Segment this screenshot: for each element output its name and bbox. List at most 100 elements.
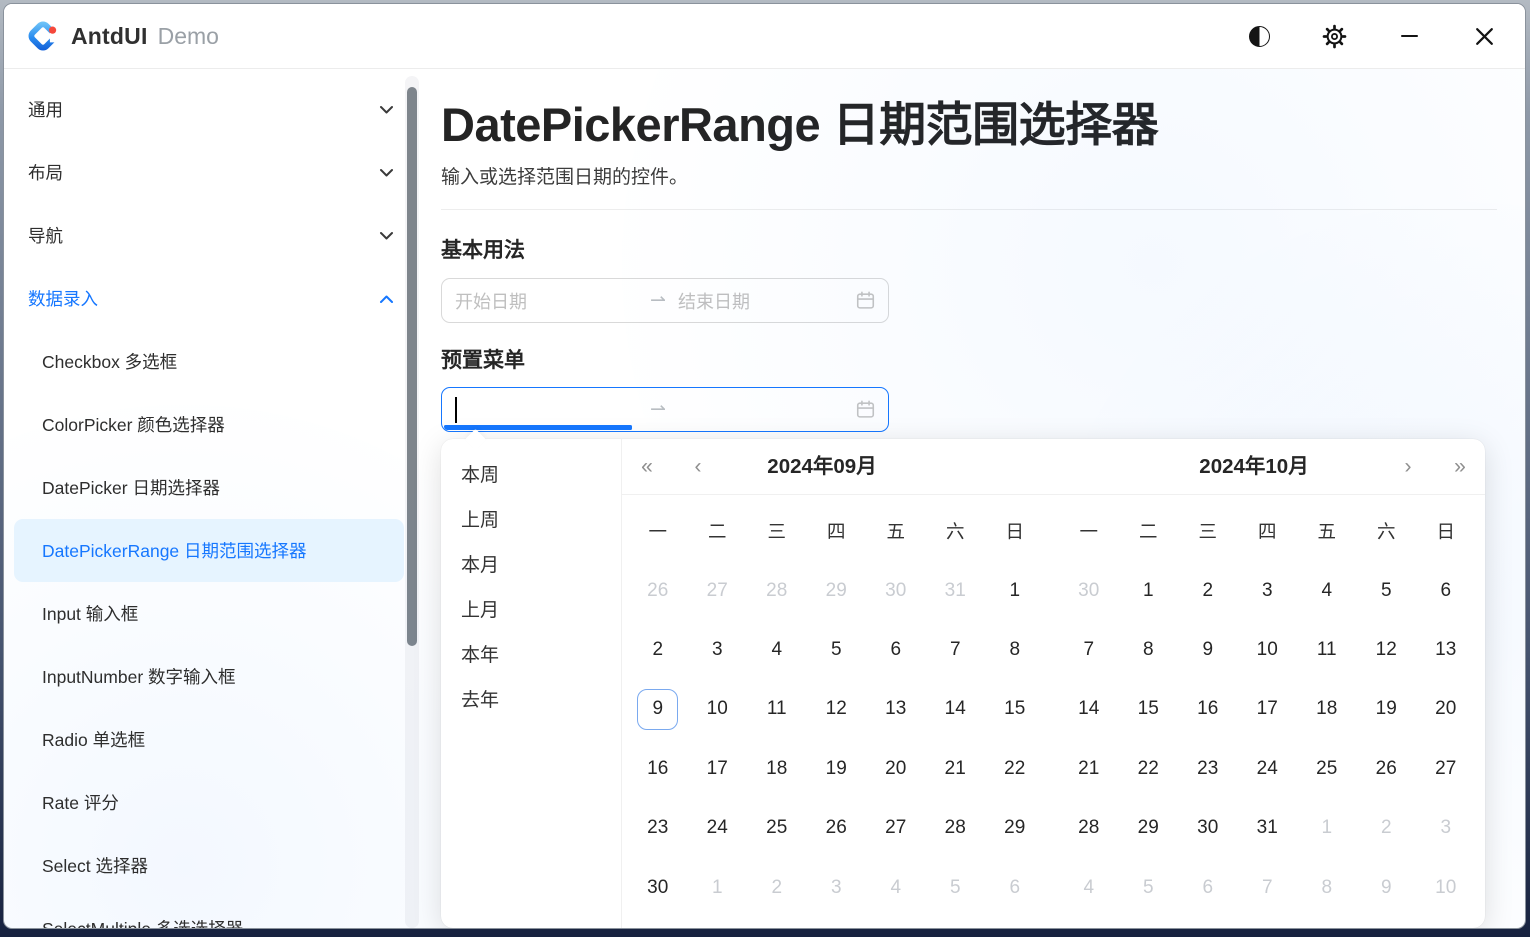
day-cell-today[interactable]: 9	[628, 680, 688, 739]
day-cell[interactable]: 3	[688, 620, 748, 679]
preset-item-this-week[interactable]: 本周	[441, 451, 621, 496]
day-cell[interactable]: 15	[985, 680, 1045, 739]
day-cell[interactable]: 2	[1357, 799, 1417, 858]
sidebar-group-data-entry[interactable]: 数据录入	[4, 267, 424, 330]
day-cell[interactable]: 6	[985, 858, 1045, 917]
day-cell[interactable]: 5	[926, 858, 986, 917]
day-cell[interactable]: 11	[1297, 620, 1357, 679]
day-cell[interactable]: 2	[747, 858, 807, 917]
day-cell[interactable]: 17	[688, 739, 748, 798]
day-cell[interactable]: 7	[1059, 620, 1119, 679]
day-cell[interactable]: 4	[747, 620, 807, 679]
sidebar-group-navigation[interactable]: 导航	[4, 204, 424, 267]
end-date-placeholder[interactable]: 结束日期	[678, 288, 855, 314]
day-cell[interactable]: 23	[1178, 739, 1238, 798]
day-cell[interactable]: 14	[1059, 680, 1119, 739]
day-cell[interactable]: 2	[628, 620, 688, 679]
day-cell[interactable]: 23	[628, 799, 688, 858]
preset-item-last-year[interactable]: 去年	[441, 676, 621, 721]
preset-item-this-year[interactable]: 本年	[441, 631, 621, 676]
preset-item-last-week[interactable]: 上周	[441, 496, 621, 541]
day-cell[interactable]: 8	[985, 620, 1045, 679]
day-cell[interactable]: 30	[628, 858, 688, 917]
day-cell[interactable]: 5	[1119, 858, 1179, 917]
day-cell[interactable]: 12	[807, 680, 867, 739]
next-year-button[interactable]: »	[1445, 452, 1475, 482]
day-cell[interactable]: 1	[688, 858, 748, 917]
day-cell[interactable]: 26	[628, 561, 688, 620]
date-range-input-preset[interactable]: ⇀	[441, 387, 889, 432]
day-cell[interactable]: 12	[1357, 620, 1417, 679]
day-cell[interactable]: 19	[1357, 680, 1417, 739]
day-cell[interactable]: 20	[866, 739, 926, 798]
sidebar-item-datepickerrange[interactable]: DatePickerRange 日期范围选择器	[14, 519, 404, 582]
day-cell[interactable]: 24	[688, 799, 748, 858]
day-cell[interactable]: 16	[1178, 680, 1238, 739]
day-cell[interactable]: 28	[926, 799, 986, 858]
day-cell[interactable]: 1	[1297, 799, 1357, 858]
day-cell[interactable]: 9	[1178, 620, 1238, 679]
day-cell[interactable]: 16	[628, 739, 688, 798]
day-cell[interactable]: 22	[985, 739, 1045, 798]
day-cell[interactable]: 31	[1238, 799, 1298, 858]
day-cell[interactable]: 18	[747, 739, 807, 798]
day-cell[interactable]: 29	[807, 561, 867, 620]
sidebar-item-selectmultiple[interactable]: SelectMultiple 多选选择器	[4, 897, 424, 929]
day-cell[interactable]: 26	[1357, 739, 1417, 798]
theme-toggle-button[interactable]	[1238, 15, 1280, 57]
sidebar-item-input[interactable]: Input 输入框	[4, 582, 424, 645]
day-cell[interactable]: 31	[926, 561, 986, 620]
day-cell[interactable]: 30	[866, 561, 926, 620]
day-cell[interactable]: 14	[926, 680, 986, 739]
day-cell[interactable]: 25	[1297, 739, 1357, 798]
day-cell[interactable]: 27	[866, 799, 926, 858]
day-cell[interactable]: 5	[1357, 561, 1417, 620]
minimize-button[interactable]	[1388, 15, 1430, 57]
day-cell[interactable]: 4	[1297, 561, 1357, 620]
day-cell[interactable]: 3	[1416, 799, 1476, 858]
sidebar-item-radio[interactable]: Radio 单选框	[4, 708, 424, 771]
day-cell[interactable]: 28	[1059, 799, 1119, 858]
day-cell[interactable]: 4	[1059, 858, 1119, 917]
day-cell[interactable]: 4	[866, 858, 926, 917]
day-cell[interactable]: 7	[926, 620, 986, 679]
sidebar-item-rate[interactable]: Rate 评分	[4, 771, 424, 834]
sidebar-item-inputnumber[interactable]: InputNumber 数字输入框	[4, 645, 424, 708]
next-month-button[interactable]: ›	[1393, 452, 1423, 482]
day-cell[interactable]: 25	[747, 799, 807, 858]
prev-year-button[interactable]: «	[632, 452, 662, 482]
day-cell[interactable]: 30	[1178, 799, 1238, 858]
day-cell[interactable]: 19	[807, 739, 867, 798]
day-cell[interactable]: 30	[1059, 561, 1119, 620]
start-date-placeholder[interactable]: 开始日期	[442, 288, 638, 314]
day-cell[interactable]: 10	[1238, 620, 1298, 679]
day-cell[interactable]: 22	[1119, 739, 1179, 798]
day-cell[interactable]: 7	[1238, 858, 1298, 917]
day-cell[interactable]: 11	[747, 680, 807, 739]
day-cell[interactable]: 24	[1238, 739, 1298, 798]
day-cell[interactable]: 5	[807, 620, 867, 679]
day-cell[interactable]: 10	[688, 680, 748, 739]
sidebar-group-general[interactable]: 通用	[4, 78, 424, 141]
day-cell[interactable]: 6	[866, 620, 926, 679]
day-cell[interactable]: 8	[1119, 620, 1179, 679]
date-range-input-basic[interactable]: 开始日期 ⇀ 结束日期	[441, 278, 889, 323]
sidebar-item-colorpicker[interactable]: ColorPicker 颜色选择器	[4, 393, 424, 456]
day-cell[interactable]: 2	[1178, 561, 1238, 620]
day-cell[interactable]: 6	[1416, 561, 1476, 620]
day-cell[interactable]: 6	[1178, 858, 1238, 917]
day-cell[interactable]: 15	[1119, 680, 1179, 739]
day-cell[interactable]: 3	[807, 858, 867, 917]
day-cell[interactable]: 20	[1416, 680, 1476, 739]
close-button[interactable]	[1463, 15, 1505, 57]
day-cell[interactable]: 27	[688, 561, 748, 620]
day-cell[interactable]: 21	[1059, 739, 1119, 798]
day-cell[interactable]: 17	[1238, 680, 1298, 739]
day-cell[interactable]: 9	[1357, 858, 1417, 917]
settings-button[interactable]	[1313, 15, 1355, 57]
preset-item-this-month[interactable]: 本月	[441, 541, 621, 586]
sidebar-item-checkbox[interactable]: Checkbox 多选框	[4, 330, 424, 393]
preset-item-last-month[interactable]: 上月	[441, 586, 621, 631]
day-cell[interactable]: 18	[1297, 680, 1357, 739]
day-cell[interactable]: 3	[1238, 561, 1298, 620]
